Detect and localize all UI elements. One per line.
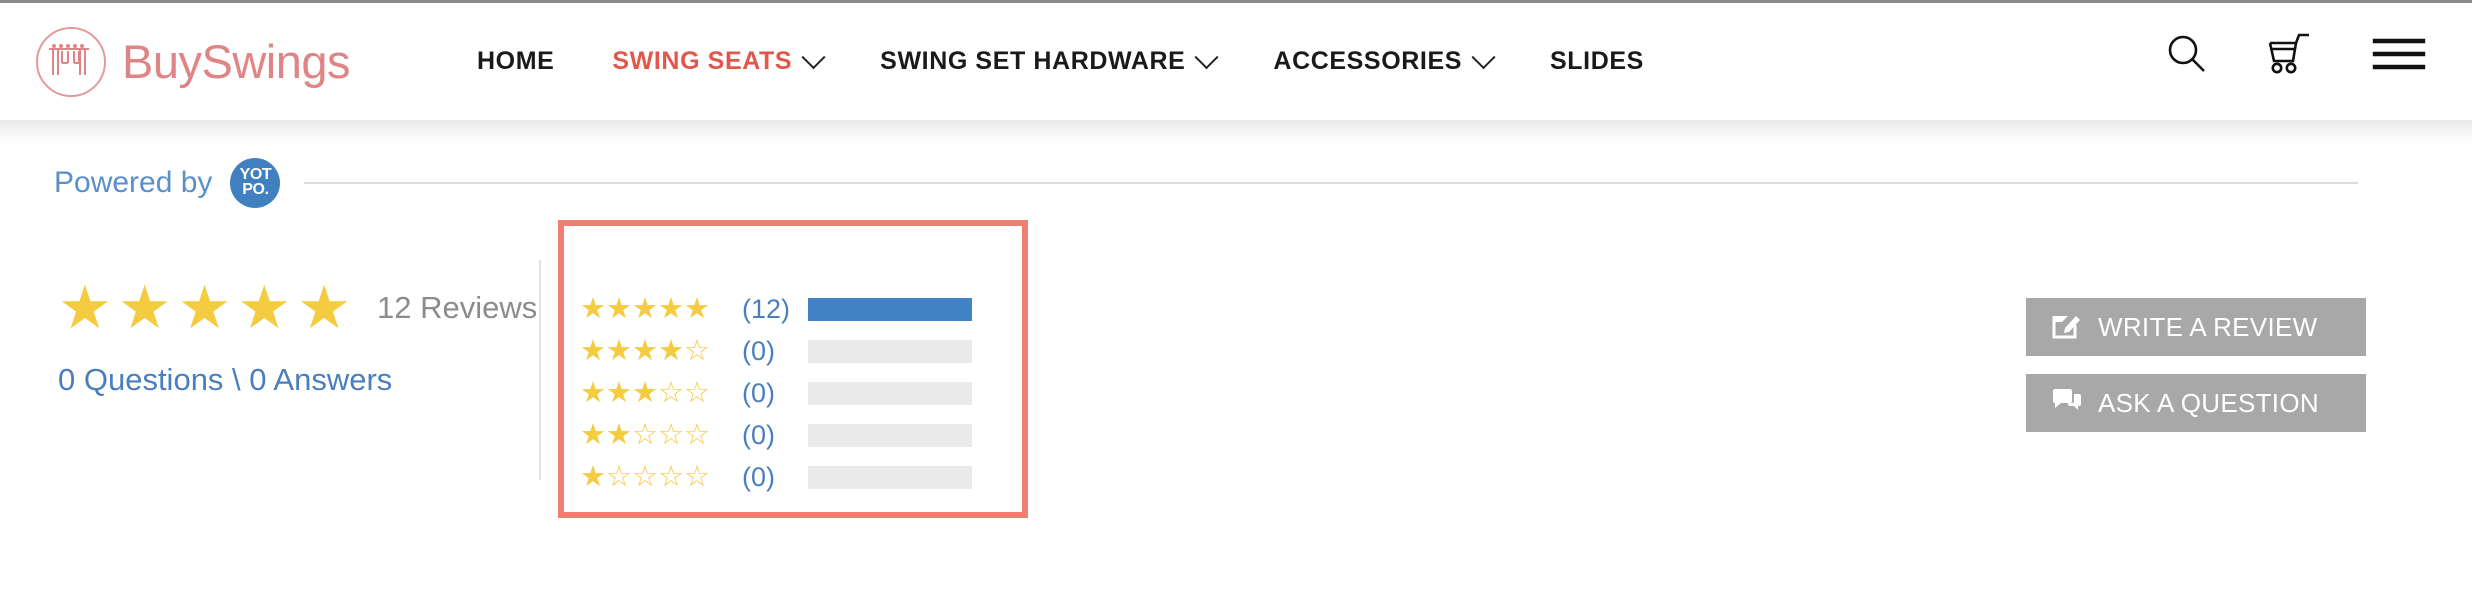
cart-icon[interactable] xyxy=(2266,31,2316,82)
histogram-count-2: (0) xyxy=(742,420,775,450)
overall-rating: ★ ★ ★ ★ ★ 12 Reviews 0 Questions \ 0 Ans… xyxy=(58,278,537,398)
powered-by-label: Powered by xyxy=(54,166,213,199)
write-a-review-button[interactable]: WRITE A REVIEW xyxy=(2026,298,2366,356)
search-icon[interactable] xyxy=(2164,31,2210,82)
write-review-icon xyxy=(2052,309,2082,346)
section-divider xyxy=(304,182,2358,184)
histogram-row-2-star[interactable]: ★★☆☆☆ (0) xyxy=(580,420,972,451)
reviews-summary: ★ ★ ★ ★ ★ 12 Reviews 0 Questions \ 0 Ans… xyxy=(0,220,2472,520)
nav-label: ACCESSORIES xyxy=(1273,47,1463,75)
histogram-track-3 xyxy=(808,382,972,405)
star-icon-filled: ★ xyxy=(297,274,351,341)
site-header: BuySwings HOME SWING SEATS SWING SET HAR… xyxy=(0,0,2472,120)
ask-question-label: ASK A QUESTION xyxy=(2098,387,2319,418)
swing-set-icon xyxy=(36,26,106,97)
star-rating-1: ★☆☆☆☆ xyxy=(580,461,710,493)
vertical-divider xyxy=(539,260,541,480)
nav-label: SLIDES xyxy=(1550,47,1644,75)
overall-star-rating[interactable]: ★ ★ ★ ★ ★ xyxy=(58,278,351,338)
star-rating-2: ★★☆☆☆ xyxy=(580,419,710,451)
star-icon-filled: ★ xyxy=(177,274,232,341)
nav-label: SWING SET HARDWARE xyxy=(880,47,1186,75)
yotpo-logo-line2: PO. xyxy=(242,181,269,198)
star-rating-3: ★★★☆☆ xyxy=(580,377,710,409)
nav-item-accessories[interactable]: ACCESSORIES xyxy=(1244,45,1521,76)
chevron-down-icon xyxy=(1471,45,1496,70)
brand-logo[interactable]: BuySwings xyxy=(36,26,351,97)
histogram-track-5 xyxy=(808,298,972,321)
header-shadow xyxy=(0,120,2472,146)
histogram-count-1: (0) xyxy=(742,462,775,492)
ask-question-icon xyxy=(2052,385,2082,422)
star-rating-4: ★★★★☆ xyxy=(580,335,710,367)
histogram-row-1-star[interactable]: ★☆☆☆☆ (0) xyxy=(580,462,972,493)
star-rating-5: ★★★★★ xyxy=(580,293,710,325)
ask-a-question-button[interactable]: ASK A QUESTION xyxy=(2026,374,2366,432)
histogram-track-4 xyxy=(808,340,972,363)
powered-by-row: Powered by YOT PO. xyxy=(0,158,2472,208)
header-icon-group xyxy=(2164,31,2426,82)
brand-name: BuySwings xyxy=(122,35,351,88)
main-navigation: HOME SWING SEATS SWING SET HARDWARE ACCE… xyxy=(448,45,1673,76)
histogram-count-5: (12) xyxy=(742,294,791,324)
overall-rating-row: ★ ★ ★ ★ ★ 12 Reviews xyxy=(58,278,537,338)
chevron-down-icon xyxy=(1194,45,1219,70)
histogram-row-4-star[interactable]: ★★★★☆ (0) xyxy=(580,336,972,367)
nav-item-slides[interactable]: SLIDES xyxy=(1521,47,1673,76)
write-review-label: WRITE A REVIEW xyxy=(2098,311,2318,342)
star-icon-filled: ★ xyxy=(237,274,292,341)
nav-item-swing-seats[interactable]: SWING SEATS xyxy=(583,45,851,76)
yotpo-logo-icon[interactable]: YOT PO. xyxy=(230,158,281,208)
star-icon-filled: ★ xyxy=(58,274,112,341)
histogram-track-1 xyxy=(808,466,972,489)
nav-item-swing-set-hardware[interactable]: SWING SET HARDWARE xyxy=(851,45,1244,76)
histogram-row-3-star[interactable]: ★★★☆☆ (0) xyxy=(580,378,972,409)
histogram-bar-5 xyxy=(808,298,972,321)
nav-label: HOME xyxy=(477,47,555,75)
histogram-track-2 xyxy=(808,424,972,447)
histogram-row-5-star[interactable]: ★★★★★ (12) xyxy=(580,294,972,325)
reviews-count-label: 12 Reviews xyxy=(376,290,538,325)
nav-item-home[interactable]: HOME xyxy=(448,47,583,76)
histogram-count-3: (0) xyxy=(742,378,775,408)
chevron-down-icon xyxy=(801,45,826,70)
questions-answers-link[interactable]: 0 Questions \ 0 Answers xyxy=(58,362,518,398)
rating-histogram: ★★★★★ (12) ★★★★☆ (0) ★★★☆☆ (0) ★★☆☆☆ (0) xyxy=(580,294,972,493)
histogram-count-4: (0) xyxy=(742,336,775,366)
nav-label: SWING SEATS xyxy=(612,47,793,75)
star-icon-filled: ★ xyxy=(117,274,172,341)
review-actions: WRITE A REVIEW ASK A QUESTION xyxy=(2026,298,2366,432)
hamburger-menu-icon[interactable] xyxy=(2372,33,2426,80)
